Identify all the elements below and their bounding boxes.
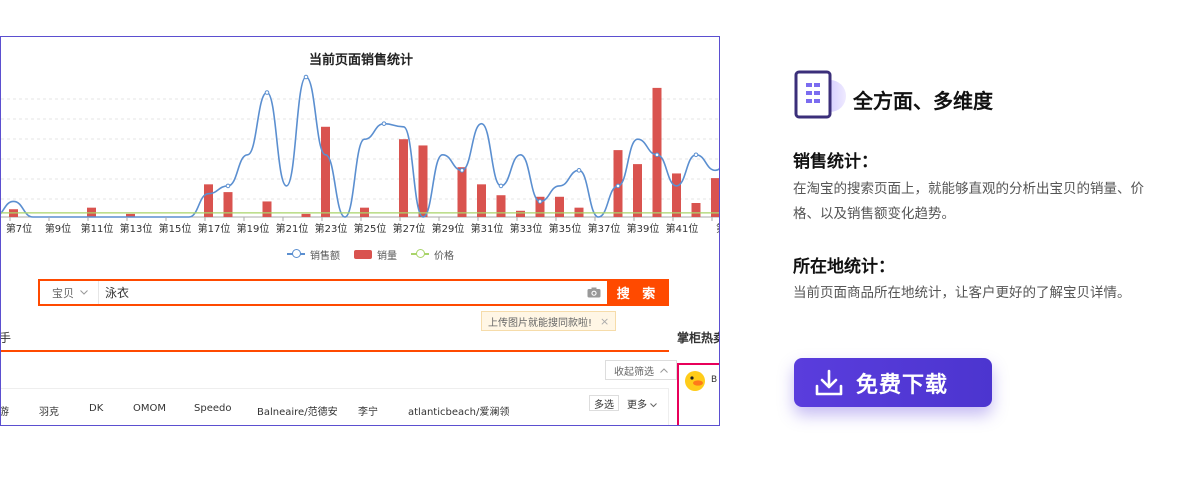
x-tick-label: 第17位 [198, 222, 231, 235]
x-tick-label: 第15位 [159, 222, 192, 235]
x-tick-label: 第19位 [237, 222, 270, 235]
feature-title: 全方面、多维度 [853, 89, 993, 113]
brand-item[interactable]: atlanticbeach/爱澜领 [408, 403, 509, 418]
brand-item[interactable]: Balneaire/范德安 [257, 403, 338, 418]
bar [301, 213, 311, 217]
data-point [576, 168, 582, 173]
search-category-label: 宝贝 [52, 286, 74, 300]
sales-stats-desc: 在淘宝的搜索页面上，就能够直观的分析出宝贝的销量、价格、以及销售额变化趋势。 [793, 181, 1144, 222]
collapse-filter-button[interactable]: 收起筛选 [605, 360, 677, 380]
bar [496, 195, 506, 217]
x-tick-label: 第13位 [120, 222, 153, 235]
download-icon [815, 369, 843, 395]
search-category-select[interactable]: 宝贝 [40, 281, 99, 304]
multi-select-button[interactable]: 多选 [589, 395, 619, 411]
x-tick-label: 第31位 [471, 222, 504, 235]
data-point [537, 199, 543, 204]
bar [516, 210, 525, 217]
upload-tip: 上传图片就能搜同款啦! × [481, 311, 617, 331]
x-tick-label: 第27位 [393, 222, 426, 235]
data-point [615, 183, 621, 189]
chart-legend: 销售额 销量 价格 [287, 247, 454, 262]
x-tick-label: 第35位 [549, 222, 582, 235]
x-tick-label: 第29位 [432, 222, 465, 235]
more-label: 更多 [627, 400, 647, 411]
bar [711, 178, 719, 217]
data-point [498, 183, 504, 189]
x-tick-label: 第41位 [666, 222, 699, 235]
x-tick-label: 第25位 [354, 222, 387, 235]
bar [555, 196, 564, 217]
brand-item[interactable]: Speedo [194, 403, 231, 414]
screenshot-frame: 当前页面销售统计 第7位 第9位 第11位 第13位 第15位 第17位 第19位 第21位第… [0, 36, 720, 426]
legend-line-icon [287, 249, 305, 258]
bar [204, 184, 213, 217]
x-tick-label: 第11位 [81, 222, 114, 235]
legend-price[interactable]: 价格 [411, 247, 454, 262]
brand-item[interactable]: 李宁 [358, 403, 378, 418]
legend-bar-icon [354, 249, 372, 259]
more-button[interactable]: 更多 [627, 396, 658, 411]
bar [652, 87, 662, 217]
legend-sales-volume-label: 销量 [377, 250, 397, 262]
bar [477, 184, 486, 217]
data-point [303, 74, 309, 80]
bar [399, 139, 408, 217]
search-button[interactable]: 搜 索 [607, 279, 669, 306]
chevron-up-icon [660, 367, 668, 373]
download-label: 免费下载 [856, 372, 949, 398]
brand-item[interactable]: 羽克 [39, 403, 59, 418]
sales-chart: 第7位 第9位 第11位 第13位 第15位 第17位 第19位 第21位 第23位 第25位 第2… [1, 74, 720, 235]
document-list-icon [794, 70, 846, 119]
duck-icon [685, 371, 705, 391]
brand-item[interactable]: DK [89, 403, 103, 414]
data-point [381, 121, 387, 126]
data-point [264, 90, 270, 95]
upload-tip-text: 上传图片就能搜同款啦! [488, 317, 593, 329]
camera-icon[interactable] [581, 287, 607, 298]
series-line [1, 76, 719, 218]
location-stats-title: 所在地统计： [793, 257, 895, 277]
legend-line-icon [411, 249, 429, 258]
x-tick-label: 第37位 [588, 222, 621, 235]
brand-item[interactable]: OMOM [133, 403, 166, 414]
search-box: 宝贝 [38, 279, 607, 306]
shop-label: 掌柜热卖 [677, 331, 719, 345]
bar [457, 167, 467, 217]
data-point [459, 168, 465, 173]
legend-sales-amount-label: 销售额 [310, 250, 340, 262]
search-input[interactable] [99, 285, 581, 300]
legend-price-label: 价格 [434, 250, 454, 262]
x-tick-label: 第9位 [45, 222, 71, 235]
legend-sales-amount[interactable]: 销售额 [287, 247, 340, 262]
chevron-down-icon [650, 403, 658, 408]
close-icon[interactable]: × [600, 315, 609, 328]
data-point [654, 152, 660, 158]
x-tick-label: 第21位 [276, 222, 309, 235]
x-tick-label: 第 [716, 222, 720, 235]
free-download-button[interactable]: 免费下载 [794, 358, 992, 407]
x-tick-label: 第39位 [627, 222, 660, 235]
sales-stats-title: 销售统计： [793, 152, 878, 172]
shop-text: B [711, 375, 718, 385]
location-stats-desc: 当前页面商品所在地统计，让客户更好的了解宝贝详情。 [793, 285, 1131, 301]
divider [1, 350, 669, 352]
x-tick-label: 第33位 [510, 222, 543, 235]
data-point [225, 183, 231, 189]
bar [633, 164, 642, 217]
data-point [693, 152, 699, 158]
bar [691, 203, 701, 217]
bar [321, 126, 330, 217]
bar [418, 145, 428, 217]
x-tick-label: 第7位 [6, 222, 32, 235]
section-label: 手 [0, 331, 12, 345]
legend-sales-volume[interactable]: 销量 [354, 247, 397, 262]
search-bar: 宝贝 搜 索 [38, 279, 669, 306]
bar [262, 201, 272, 217]
x-tick-label: 第23位 [315, 222, 348, 235]
collapse-filter-label: 收起筛选 [614, 366, 654, 378]
bar [672, 173, 681, 217]
chevron-down-icon [80, 290, 88, 295]
brand-item[interactable]: 游 [1, 403, 9, 418]
